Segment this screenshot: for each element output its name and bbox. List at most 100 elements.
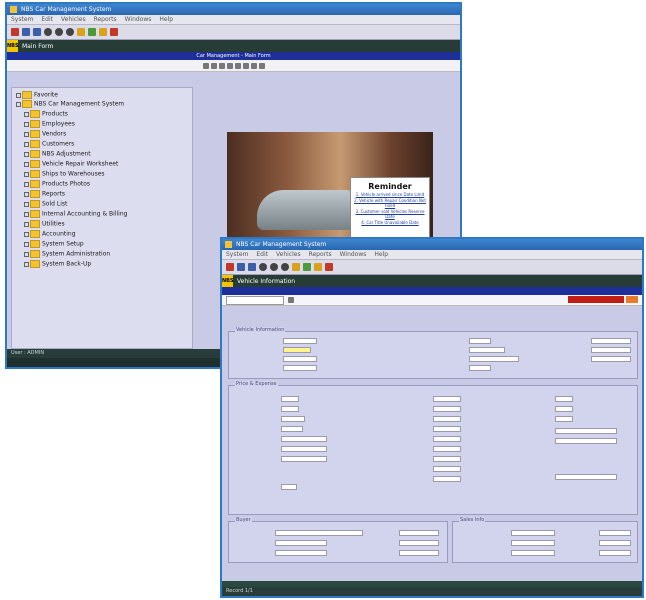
menu-item[interactable]: System xyxy=(11,16,33,23)
back-icon[interactable] xyxy=(11,28,19,36)
first-record-icon[interactable] xyxy=(44,28,52,36)
sales-field[interactable] xyxy=(555,406,573,412)
expand-icon[interactable] xyxy=(24,181,29,187)
sales-field[interactable] xyxy=(511,530,555,536)
window2-titlebar[interactable]: NBS Car Management System xyxy=(222,239,642,250)
date-field[interactable] xyxy=(281,456,327,462)
folder-icon[interactable] xyxy=(77,28,85,36)
tree-node[interactable]: NBS Adjustment xyxy=(24,150,91,158)
tree-node[interactable]: Vendors xyxy=(24,130,66,138)
menu-item[interactable]: Windows xyxy=(340,251,367,258)
tree-node-system[interactable]: NBS Car Management System xyxy=(16,100,124,108)
search-icon[interactable] xyxy=(314,263,322,271)
expand-icon[interactable] xyxy=(24,131,29,137)
sales-field[interactable] xyxy=(511,550,555,556)
buyer-field[interactable] xyxy=(275,540,327,546)
tool-icon[interactable] xyxy=(210,62,217,69)
tree-node[interactable]: Employees xyxy=(24,120,75,128)
tool-icon[interactable] xyxy=(202,62,209,69)
tree-node[interactable]: Accounting xyxy=(24,230,76,238)
expand-icon[interactable] xyxy=(24,221,29,227)
tree-node[interactable]: System Administration xyxy=(24,250,110,258)
print-icon[interactable] xyxy=(33,28,41,36)
tool-icon[interactable] xyxy=(242,62,249,69)
tree-node-favorite[interactable]: Favorite xyxy=(16,91,58,99)
search-icon[interactable] xyxy=(288,297,294,303)
tree-node[interactable]: Vehicle Repair Worksheet xyxy=(24,160,118,168)
tree-node[interactable]: System Setup xyxy=(24,240,84,248)
reminder-link[interactable]: 1. Vehicle arrived since Date Limit xyxy=(351,192,429,197)
stock-number-field[interactable] xyxy=(283,338,317,344)
mileage-field[interactable] xyxy=(469,365,491,371)
menu-item[interactable]: Help xyxy=(159,16,173,23)
tree-node[interactable]: Customers xyxy=(24,140,74,148)
model-field[interactable] xyxy=(469,356,519,362)
tree-node[interactable]: Products xyxy=(24,110,68,118)
price-field[interactable] xyxy=(281,406,299,412)
expand-icon[interactable] xyxy=(24,171,29,177)
sales-field[interactable] xyxy=(555,396,573,402)
price-field[interactable] xyxy=(281,426,303,432)
cost-field[interactable] xyxy=(433,396,461,402)
menu-item[interactable]: Reports xyxy=(309,251,332,258)
category-field[interactable] xyxy=(283,356,317,362)
expand-icon[interactable] xyxy=(24,141,29,147)
menu-item[interactable]: Edit xyxy=(256,251,268,258)
prev-record-icon[interactable] xyxy=(270,263,278,271)
expand-icon[interactable] xyxy=(24,161,29,167)
sales-field[interactable] xyxy=(599,530,631,536)
menu-item[interactable]: Help xyxy=(374,251,388,258)
sales-field[interactable] xyxy=(555,474,617,480)
next-record-icon[interactable] xyxy=(66,28,74,36)
save-icon[interactable] xyxy=(22,28,30,36)
refresh-icon[interactable] xyxy=(88,28,96,36)
next-record-icon[interactable] xyxy=(281,263,289,271)
tool-icon[interactable] xyxy=(250,62,257,69)
expand-icon[interactable] xyxy=(24,151,29,157)
cost-field[interactable] xyxy=(433,436,461,442)
tool-icon[interactable] xyxy=(258,62,265,69)
tree-node[interactable]: Reports xyxy=(24,190,65,198)
price-field[interactable] xyxy=(281,484,297,490)
price-field[interactable] xyxy=(281,416,305,422)
make-field[interactable] xyxy=(469,347,505,353)
close-icon[interactable] xyxy=(110,28,118,36)
tool-icon[interactable] xyxy=(218,62,225,69)
sales-field[interactable] xyxy=(555,438,617,444)
sales-field[interactable] xyxy=(511,540,555,546)
expand-icon[interactable] xyxy=(24,121,29,127)
expand-icon[interactable] xyxy=(24,201,29,207)
expand-icon[interactable] xyxy=(24,111,29,117)
refresh-icon[interactable] xyxy=(303,263,311,271)
cost-field[interactable] xyxy=(433,456,461,462)
date-field[interactable] xyxy=(281,446,327,452)
cost-field[interactable] xyxy=(433,406,461,412)
expand-icon[interactable] xyxy=(24,191,29,197)
tree-node[interactable]: Internal Accounting & Billing xyxy=(24,210,127,218)
back-icon[interactable] xyxy=(226,263,234,271)
tree-node[interactable]: Sold List xyxy=(24,200,67,208)
menu-item[interactable]: Vehicles xyxy=(276,251,301,258)
folder-icon[interactable] xyxy=(292,263,300,271)
menu-item[interactable]: Reports xyxy=(94,16,117,23)
menu-item[interactable]: Edit xyxy=(41,16,53,23)
cost-field[interactable] xyxy=(433,446,461,452)
tree-node[interactable]: Products Photos xyxy=(24,180,90,188)
reminder-link[interactable]: 4. Car Title Unavailable Date xyxy=(351,220,429,225)
expand-icon[interactable] xyxy=(24,251,29,257)
buyer-field[interactable] xyxy=(399,540,439,546)
vin-field[interactable] xyxy=(283,347,311,353)
sales-field[interactable] xyxy=(599,540,631,546)
date-field[interactable] xyxy=(591,356,631,362)
tool-icon[interactable] xyxy=(234,62,241,69)
cost-field[interactable] xyxy=(433,426,461,432)
search-icon[interactable] xyxy=(99,28,107,36)
print-icon[interactable] xyxy=(248,263,256,271)
buyer-field[interactable] xyxy=(399,550,439,556)
cost-field[interactable] xyxy=(433,476,461,482)
save-icon[interactable] xyxy=(237,263,245,271)
menu-item[interactable]: Windows xyxy=(125,16,152,23)
menu-item[interactable]: Vehicles xyxy=(61,16,86,23)
colour-field[interactable] xyxy=(283,365,317,371)
expand-icon[interactable] xyxy=(24,231,29,237)
